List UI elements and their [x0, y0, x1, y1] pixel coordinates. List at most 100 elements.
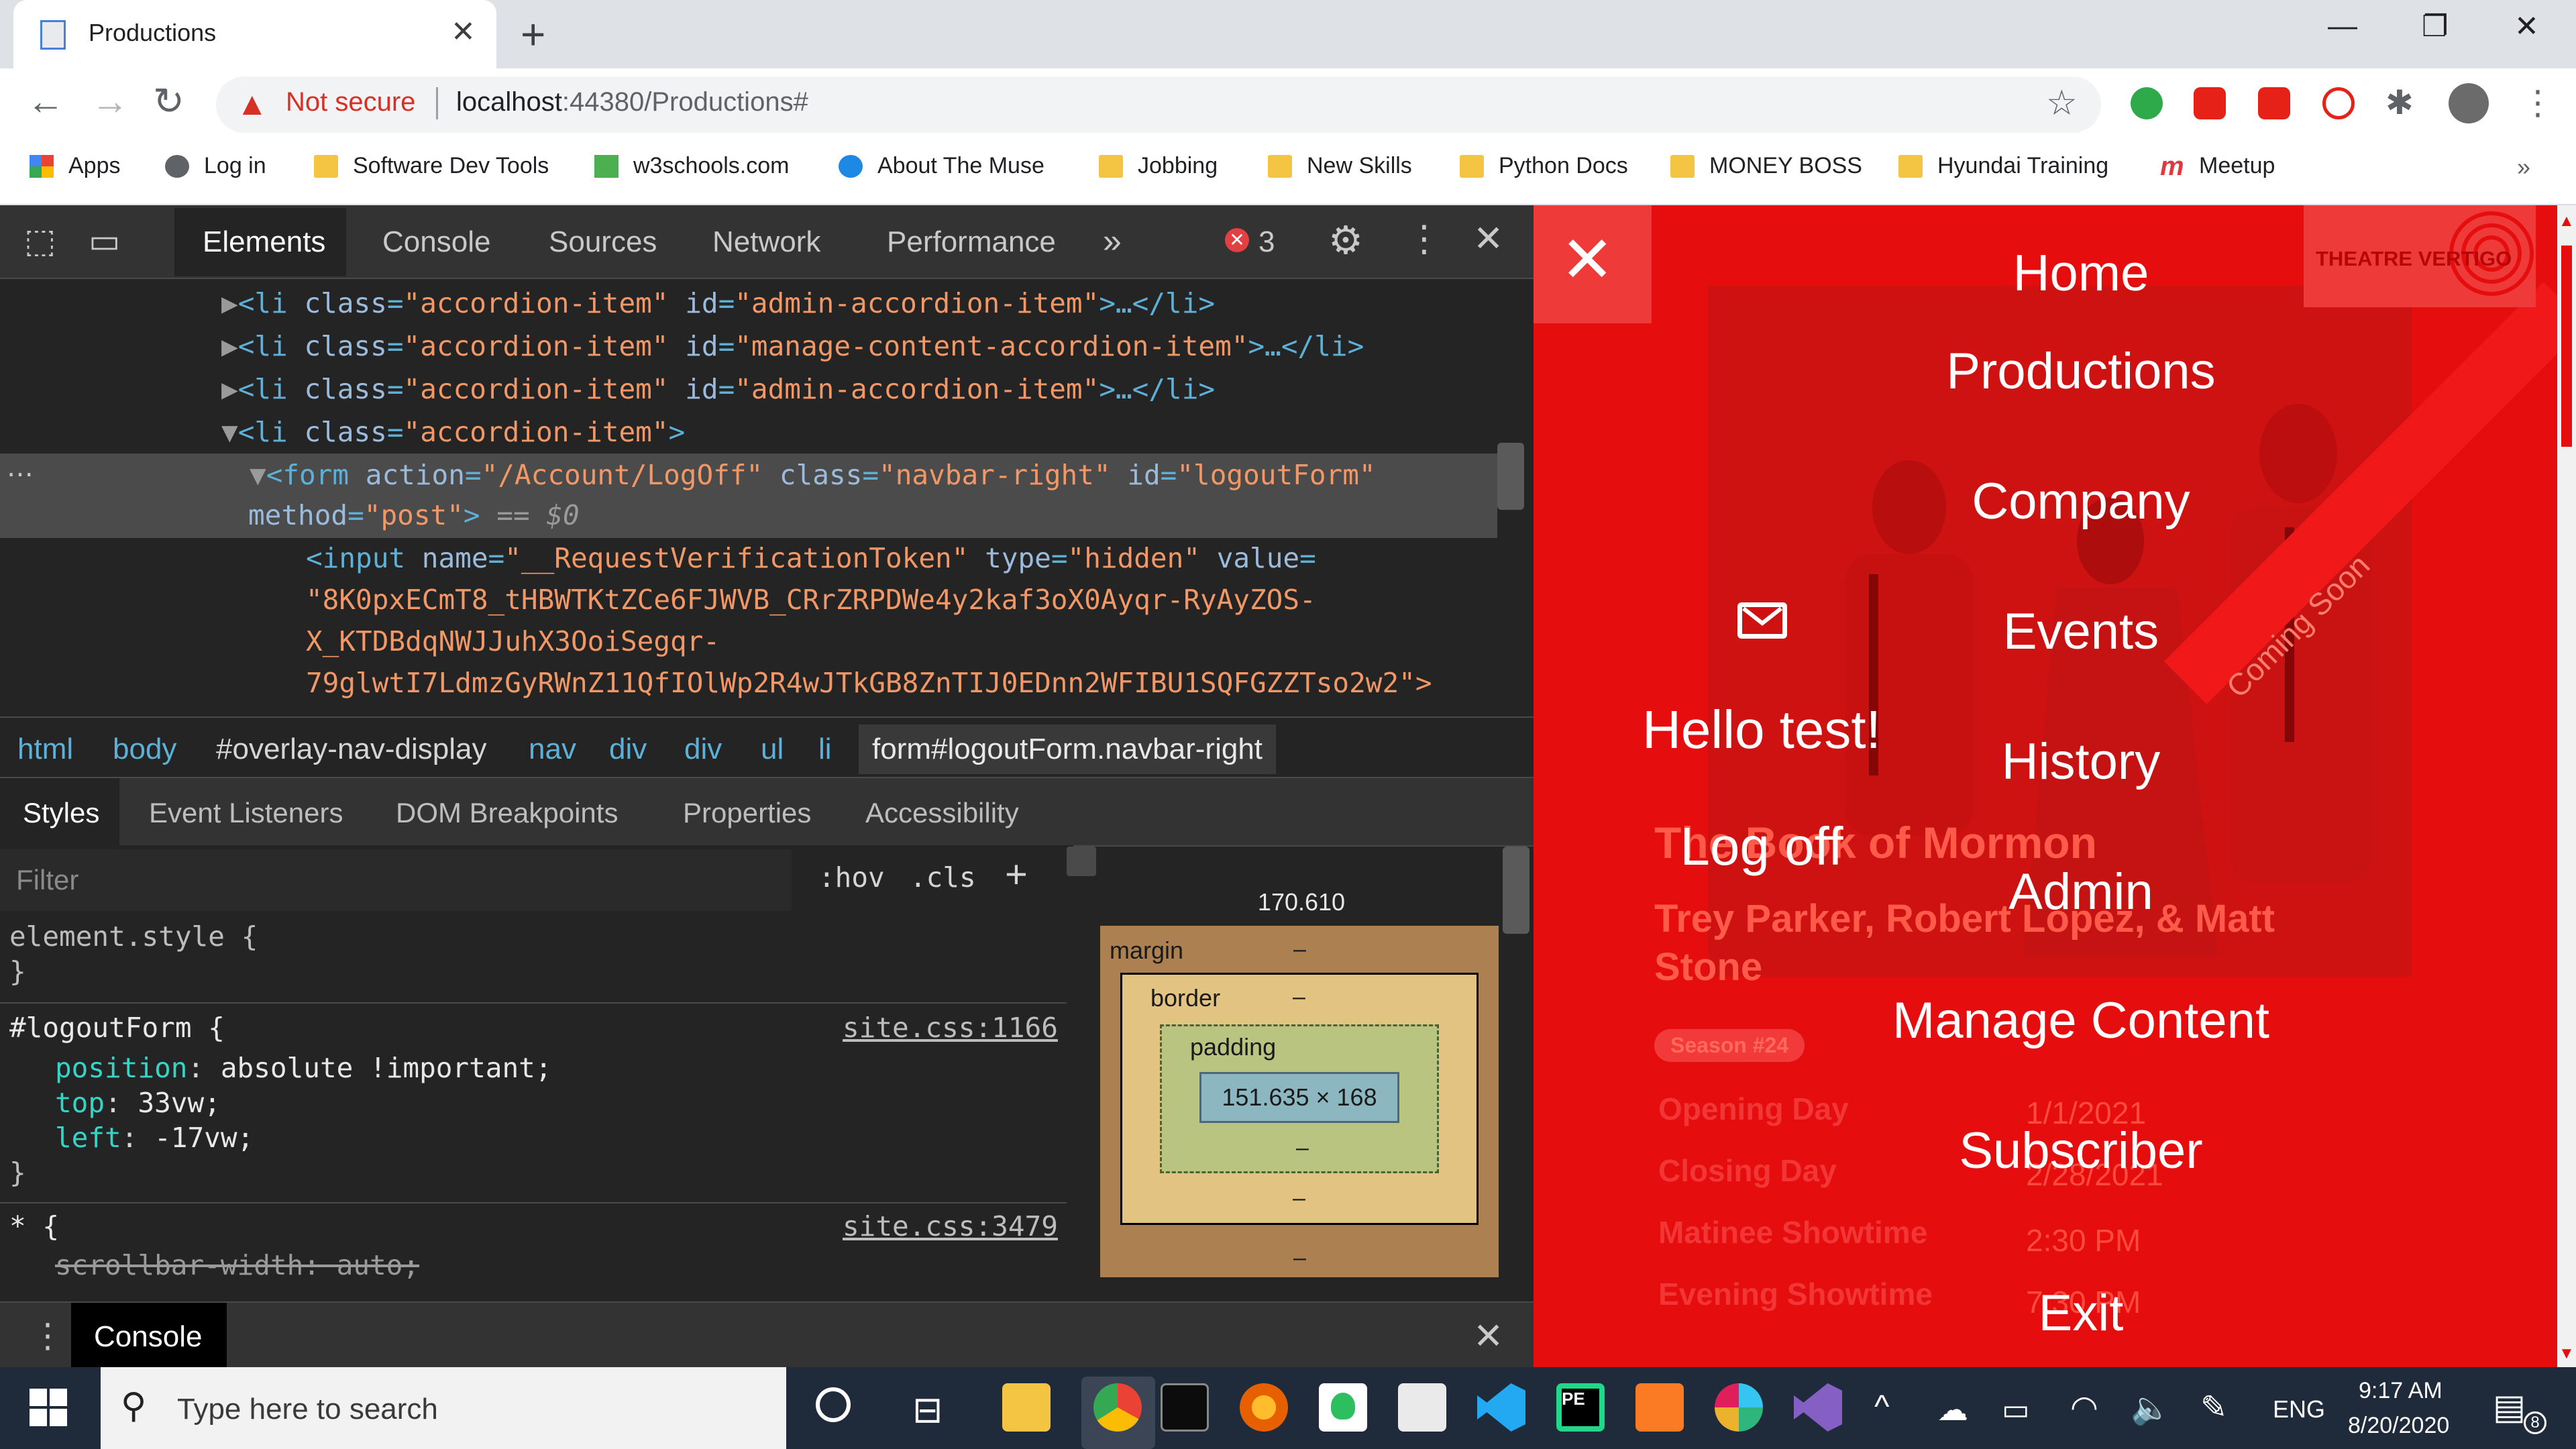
- clock-time[interactable]: 9:17 AM: [2359, 1378, 2443, 1404]
- boxmodel-scroll-thumb[interactable]: [1503, 847, 1529, 934]
- crumb-overlay-nav[interactable]: #overlay-nav-display: [216, 733, 487, 766]
- crumb-nav[interactable]: nav: [529, 733, 576, 766]
- not-secure-label[interactable]: Not secure: [286, 87, 415, 117]
- bookmark-money-boss[interactable]: MONEY BOSS: [1670, 153, 1862, 179]
- pen-icon[interactable]: ✎: [2200, 1389, 2227, 1426]
- tab-close-icon[interactable]: ✕: [451, 15, 476, 49]
- nav-productions[interactable]: Productions: [1946, 342, 2215, 400]
- back-icon[interactable]: ←: [27, 79, 64, 123]
- tab-sources[interactable]: Sources: [549, 225, 657, 259]
- crumb-div[interactable]: div: [609, 733, 647, 766]
- crumb-div-2[interactable]: div: [684, 733, 722, 766]
- extensions-puzzle-icon[interactable]: ✱: [2385, 83, 2414, 122]
- slack-icon[interactable]: [1715, 1383, 1763, 1432]
- declaration-top[interactable]: top: 33vw;: [55, 1087, 221, 1119]
- rule-source-link-2[interactable]: site.css:3479: [843, 1210, 1058, 1242]
- bookmark-jobbing[interactable]: Jobbing: [1099, 153, 1218, 179]
- scroll-up-icon[interactable]: ▲: [2559, 212, 2575, 231]
- styles-scroll-thumb[interactable]: [1067, 847, 1096, 876]
- terminal-icon[interactable]: [1161, 1383, 1209, 1432]
- firefox-icon[interactable]: [1240, 1383, 1288, 1432]
- inspect-element-icon[interactable]: ⬚: [24, 221, 56, 260]
- settings-gear-icon[interactable]: ⚙: [1328, 217, 1363, 263]
- tab-console[interactable]: Console: [382, 225, 490, 259]
- forward-icon[interactable]: →: [91, 79, 129, 123]
- element-style-rule[interactable]: element.style {: [9, 920, 258, 953]
- language-indicator[interactable]: ENG: [2273, 1395, 2325, 1424]
- more-options-icon[interactable]: ⋯: [7, 459, 34, 490]
- dom-node-input[interactable]: <input name="__RequestVerificationToken"…: [306, 542, 1316, 574]
- overlay-close-button[interactable]: ✕: [1534, 205, 1652, 323]
- volume-icon[interactable]: 🔈: [2131, 1389, 2171, 1427]
- device-toolbar-icon[interactable]: ▭: [89, 221, 120, 260]
- onedrive-cloud-icon[interactable]: ☁: [1937, 1391, 1968, 1428]
- crumb-ul[interactable]: ul: [761, 733, 784, 766]
- chrome-icon[interactable]: [1093, 1383, 1142, 1432]
- dom-node-li[interactable]: ▶<li class="accordion-item" id="manage-c…: [221, 330, 1364, 362]
- browser-tab[interactable]: Productions ✕: [13, 0, 496, 68]
- page-scrollbar[interactable]: ▲ ▼: [2557, 205, 2576, 1367]
- crumb-body[interactable]: body: [113, 733, 176, 766]
- bookmark-software-dev-tools[interactable]: Software Dev Tools: [314, 153, 549, 179]
- nav-events[interactable]: Events: [2003, 602, 2159, 661]
- margin-box[interactable]: margin – – border – – padding – 151.635 …: [1100, 926, 1499, 1277]
- devtools-menu-icon[interactable]: ⋮: [1406, 217, 1442, 260]
- token-value-line1[interactable]: "8K0pxECmT8_tHBWTKtZCe6FJWVB_CRrZRPDWe4y…: [306, 584, 1316, 616]
- tab-network[interactable]: Network: [712, 225, 820, 259]
- subtab-styles[interactable]: Styles: [23, 797, 99, 829]
- crumb-li[interactable]: li: [818, 733, 832, 766]
- border-box[interactable]: border – – padding – 151.635 × 168: [1120, 973, 1479, 1225]
- token-value-line2[interactable]: X_KTDBdqNWJJuhX3OoiSegqr-: [306, 625, 720, 657]
- more-tabs-icon[interactable]: »: [1103, 221, 1122, 260]
- bookmarks-overflow-icon[interactable]: »: [2517, 153, 2530, 181]
- dom-node-form-cont[interactable]: method="post"> == $0: [248, 499, 580, 531]
- nav-exit[interactable]: Exit: [2039, 1284, 2124, 1342]
- drawer-close-icon[interactable]: ✕: [1473, 1315, 1503, 1357]
- xampp-icon[interactable]: [1635, 1383, 1684, 1432]
- hov-toggle[interactable]: :hov: [818, 861, 885, 894]
- youtube-extension-icon[interactable]: [2194, 87, 2226, 119]
- cortana-icon[interactable]: [816, 1387, 851, 1422]
- envelope-icon[interactable]: [1737, 602, 1787, 639]
- bookmark-w3schools[interactable]: w3schools.com: [594, 153, 789, 179]
- warning-icon[interactable]: ▲: [236, 86, 268, 123]
- subtab-accessibility[interactable]: Accessibility: [865, 797, 1019, 829]
- profile-avatar[interactable]: [2449, 83, 2489, 123]
- wifi-icon[interactable]: ◠: [2070, 1389, 2098, 1426]
- nav-home[interactable]: Home: [2013, 244, 2149, 303]
- window-close-icon[interactable]: ✕: [2514, 9, 2539, 44]
- restore-icon[interactable]: ❐: [2422, 9, 2448, 44]
- clock-date[interactable]: 8/20/2020: [2348, 1413, 2449, 1439]
- nav-manage-content[interactable]: Manage Content: [1892, 991, 2269, 1050]
- console-drawer-tab[interactable]: Console: [94, 1320, 202, 1354]
- task-view-icon[interactable]: ⊟: [912, 1389, 943, 1431]
- new-rule-icon[interactable]: +: [1005, 852, 1028, 897]
- universal-selector[interactable]: * {: [9, 1210, 59, 1242]
- bookmark-apps[interactable]: Apps: [30, 153, 121, 179]
- declaration-left[interactable]: left: -17vw;: [55, 1122, 254, 1154]
- log-off-button[interactable]: Log off: [1680, 816, 1843, 877]
- dom-node-li[interactable]: ▶<li class="accordion-item" id="admin-ac…: [221, 373, 1215, 405]
- youtube-extension-icon-2[interactable]: [2258, 87, 2290, 119]
- error-icon[interactable]: ✕: [1225, 228, 1249, 252]
- scroll-thumb[interactable]: [2561, 246, 2572, 447]
- rule-source-link[interactable]: site.css:1166: [843, 1012, 1058, 1044]
- pycharm-icon[interactable]: PE: [1556, 1383, 1605, 1432]
- devtools-close-icon[interactable]: ✕: [1473, 217, 1503, 260]
- nav-history[interactable]: History: [2002, 733, 2160, 791]
- crumb-form[interactable]: form#logoutForm.navbar-right: [859, 724, 1277, 774]
- error-count[interactable]: 3: [1258, 225, 1275, 259]
- battery-icon[interactable]: ▭: [2002, 1393, 2030, 1427]
- taskbar-search-box[interactable]: ⚲ Type here to search: [101, 1367, 786, 1449]
- bookmark-python-docs[interactable]: Python Docs: [1460, 153, 1628, 179]
- bookmark-about-the-muse[interactable]: About The Muse: [839, 153, 1044, 179]
- struck-declaration[interactable]: scrollbar-width: auto;: [55, 1249, 419, 1281]
- reload-icon[interactable]: ↻: [153, 79, 184, 123]
- bookmark-hyundai-training[interactable]: Hyundai Training: [1898, 153, 2108, 179]
- chrome-menu-icon[interactable]: ⋮: [2521, 83, 2555, 122]
- token-value-line3[interactable]: 79glwtI7LdmzGyRWnZ11QfIOlWp2R4wJTkGB8ZnT…: [306, 667, 1432, 699]
- tab-performance[interactable]: Performance: [887, 225, 1056, 259]
- styles-filter-input[interactable]: Filter: [0, 849, 792, 911]
- padding-box[interactable]: padding – 151.635 × 168: [1160, 1024, 1439, 1173]
- dom-node-li[interactable]: ▶<li class="accordion-item" id="admin-ac…: [221, 287, 1215, 319]
